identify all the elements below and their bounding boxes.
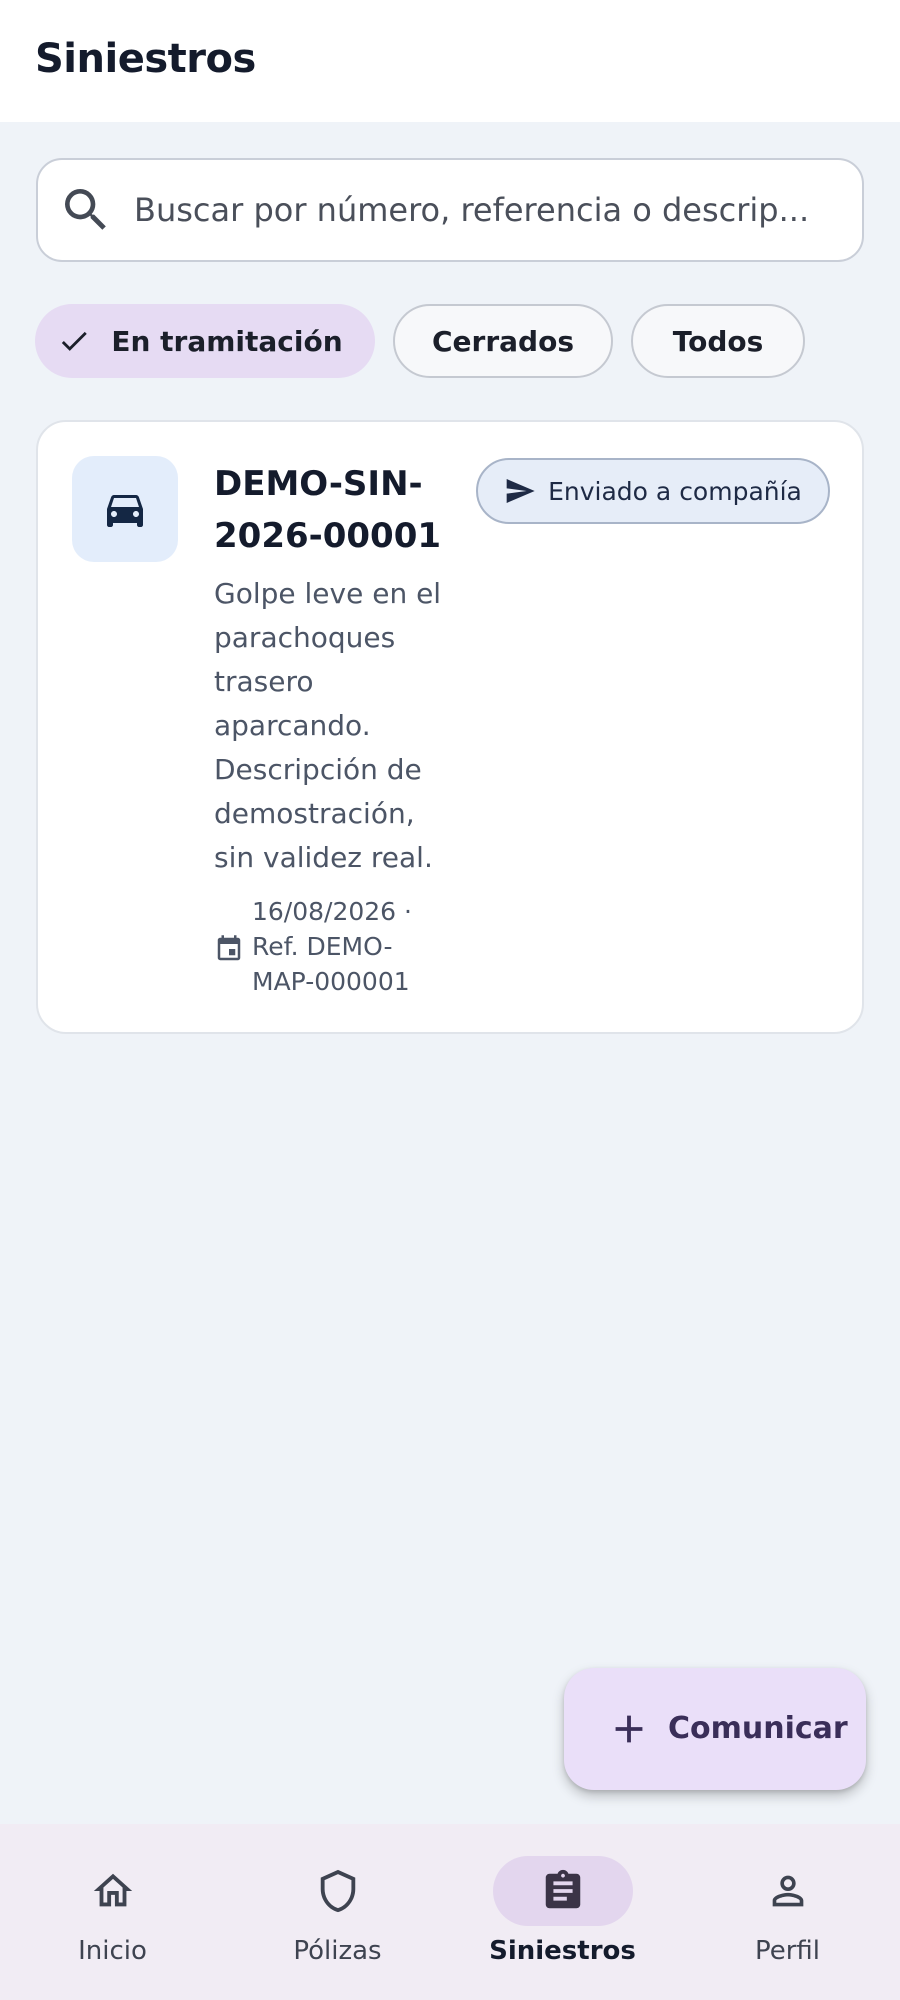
filter-chip-label: Cerrados xyxy=(432,324,574,358)
claim-number: DEMO-SIN-2026-00001 xyxy=(214,464,442,556)
claim-date-reference: 16/08/2026 · Ref. DEMO-MAP-000001 xyxy=(252,897,412,996)
plus-icon xyxy=(615,1715,643,1743)
filter-chip-label: En tramitación xyxy=(111,324,343,358)
clipboard-icon xyxy=(545,1869,580,1909)
claim-card[interactable]: DEMO-SIN-2026-00001 Enviado a compañía G… xyxy=(36,420,864,1034)
status-label: Enviado a compañía xyxy=(548,476,802,506)
filter-chip-closed[interactable]: Cerrados xyxy=(393,304,613,378)
filter-chip-all[interactable]: Todos xyxy=(631,304,805,378)
car-icon xyxy=(107,495,143,527)
bottom-navigation: Inicio Pólizas Siniestros Perfil xyxy=(0,1824,900,2000)
nav-item-perfil[interactable]: Perfil xyxy=(675,1824,900,2000)
nav-item-inicio[interactable]: Inicio xyxy=(0,1824,225,2000)
fab-label: Comunicar xyxy=(668,1711,848,1746)
nav-label: Siniestros xyxy=(489,1936,636,1966)
nav-icon-container xyxy=(43,1856,183,1926)
nav-item-siniestros[interactable]: Siniestros xyxy=(450,1824,675,2000)
nav-icon-container xyxy=(492,1856,633,1926)
home-icon xyxy=(93,1873,132,1907)
nav-icon-container xyxy=(268,1856,408,1926)
status-badge: Enviado a compañía xyxy=(476,458,830,524)
top-app-bar: Siniestros xyxy=(0,0,900,122)
nav-label: Perfil xyxy=(754,1936,821,1966)
claim-description: Golpe leve en el parachoques trasero apa… xyxy=(214,577,442,874)
page-title: Siniestros xyxy=(35,36,256,82)
person-icon xyxy=(772,1875,803,1907)
nav-icon-container xyxy=(718,1856,858,1926)
nav-label: Inicio xyxy=(78,1936,147,1966)
search-placeholder: Buscar por número, referencia o descrip.… xyxy=(134,191,810,229)
filter-chip-label: Todos xyxy=(672,324,764,358)
filter-chip-in-progress[interactable]: En tramitación xyxy=(35,304,375,378)
nav-item-polizas[interactable]: Pólizas xyxy=(225,1824,450,2000)
search-icon xyxy=(65,189,106,230)
search-input[interactable]: Buscar por número, referencia o descrip.… xyxy=(36,158,864,262)
claim-type-icon-box xyxy=(72,456,178,562)
report-claim-button[interactable]: Comunicar xyxy=(564,1668,866,1790)
send-icon xyxy=(506,479,535,503)
shield-icon xyxy=(320,1869,355,1913)
check-icon xyxy=(62,331,88,351)
nav-label: Pólizas xyxy=(293,1936,382,1966)
calendar-icon xyxy=(217,935,241,961)
